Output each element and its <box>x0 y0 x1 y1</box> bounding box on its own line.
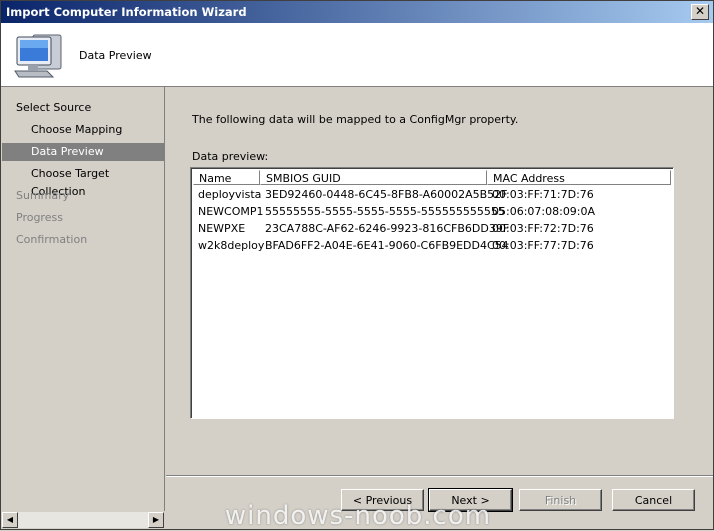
cell-smbios-guid: BFAD6FF2-A04E-6E41-9060-C6FB9EDD4C54 <box>265 239 509 252</box>
page-title: Data Preview <box>79 49 152 62</box>
nav-item-label: Progress <box>16 211 63 224</box>
intro-text: The following data will be mapped to a C… <box>192 113 519 126</box>
cell-name: NEWCOMP1 <box>198 205 264 218</box>
button-separator <box>166 475 713 477</box>
column-header-mac-address[interactable]: MAC Address <box>487 170 671 185</box>
close-button[interactable]: ✕ <box>691 4 709 20</box>
nav-item-choose-mapping[interactable]: Choose Mapping <box>2 121 164 139</box>
nav-item-label: Confirmation <box>16 233 88 246</box>
wizard-steps-sidebar: Select Source Choose Mapping Data Previe… <box>2 87 165 511</box>
cell-smbios-guid: 55555555-5555-5555-5555-555555555555 <box>265 205 505 218</box>
cell-mac-address: 00:03:FF:72:7D:76 <box>492 222 594 235</box>
title-bar[interactable]: Import Computer Information Wizard ✕ <box>1 1 713 23</box>
window-title: Import Computer Information Wizard <box>6 5 247 19</box>
data-preview-list[interactable]: Name SMBIOS GUID MAC Address deployvista… <box>190 167 674 419</box>
nav-item-label: Summary <box>16 189 70 202</box>
wizard-header: Data Preview <box>1 23 713 87</box>
nav-item-data-preview[interactable]: Data Preview <box>2 143 164 161</box>
nav-item-summary: Summary <box>2 187 164 205</box>
cell-smbios-guid: 23CA788C-AF62-6246-9923-816CFB6DD39F <box>265 222 510 235</box>
nav-item-progress: Progress <box>2 209 164 227</box>
nav-item-label: Select Source <box>16 101 92 114</box>
cell-name: NEWPXE <box>198 222 246 235</box>
cell-smbios-guid: 3ED92460-0448-6C45-8FB8-A60002A5B52F <box>265 188 508 201</box>
column-header-name[interactable]: Name <box>193 170 260 185</box>
nav-item-confirmation: Confirmation <box>2 231 164 249</box>
nav-item-label: Data Preview <box>31 145 104 158</box>
cell-mac-address: 00:03:FF:71:7D:76 <box>492 188 594 201</box>
nav-item-label: Choose Mapping <box>31 123 123 136</box>
watermark: windows-noob.com <box>224 501 492 531</box>
main-content: The following data will be mapped to a C… <box>166 87 713 475</box>
nav-item-select-source[interactable]: Select Source <box>2 99 164 117</box>
data-preview-label: Data preview: <box>192 150 269 163</box>
wizard-window: Import Computer Information Wizard ✕ Dat… <box>0 0 714 531</box>
close-icon: ✕ <box>694 4 706 18</box>
nav-item-choose-target-collection[interactable]: Choose Target Collection <box>2 165 164 198</box>
cell-name: deployvista <box>198 188 262 201</box>
cell-name: w2k8deploy <box>198 239 265 252</box>
computer-monitor-icon <box>14 34 62 78</box>
cell-mac-address: 00:03:FF:77:7D:76 <box>492 239 594 252</box>
column-header-smbios-guid[interactable]: SMBIOS GUID <box>260 170 487 185</box>
cell-mac-address: 05:06:07:08:09:0A <box>492 205 596 218</box>
